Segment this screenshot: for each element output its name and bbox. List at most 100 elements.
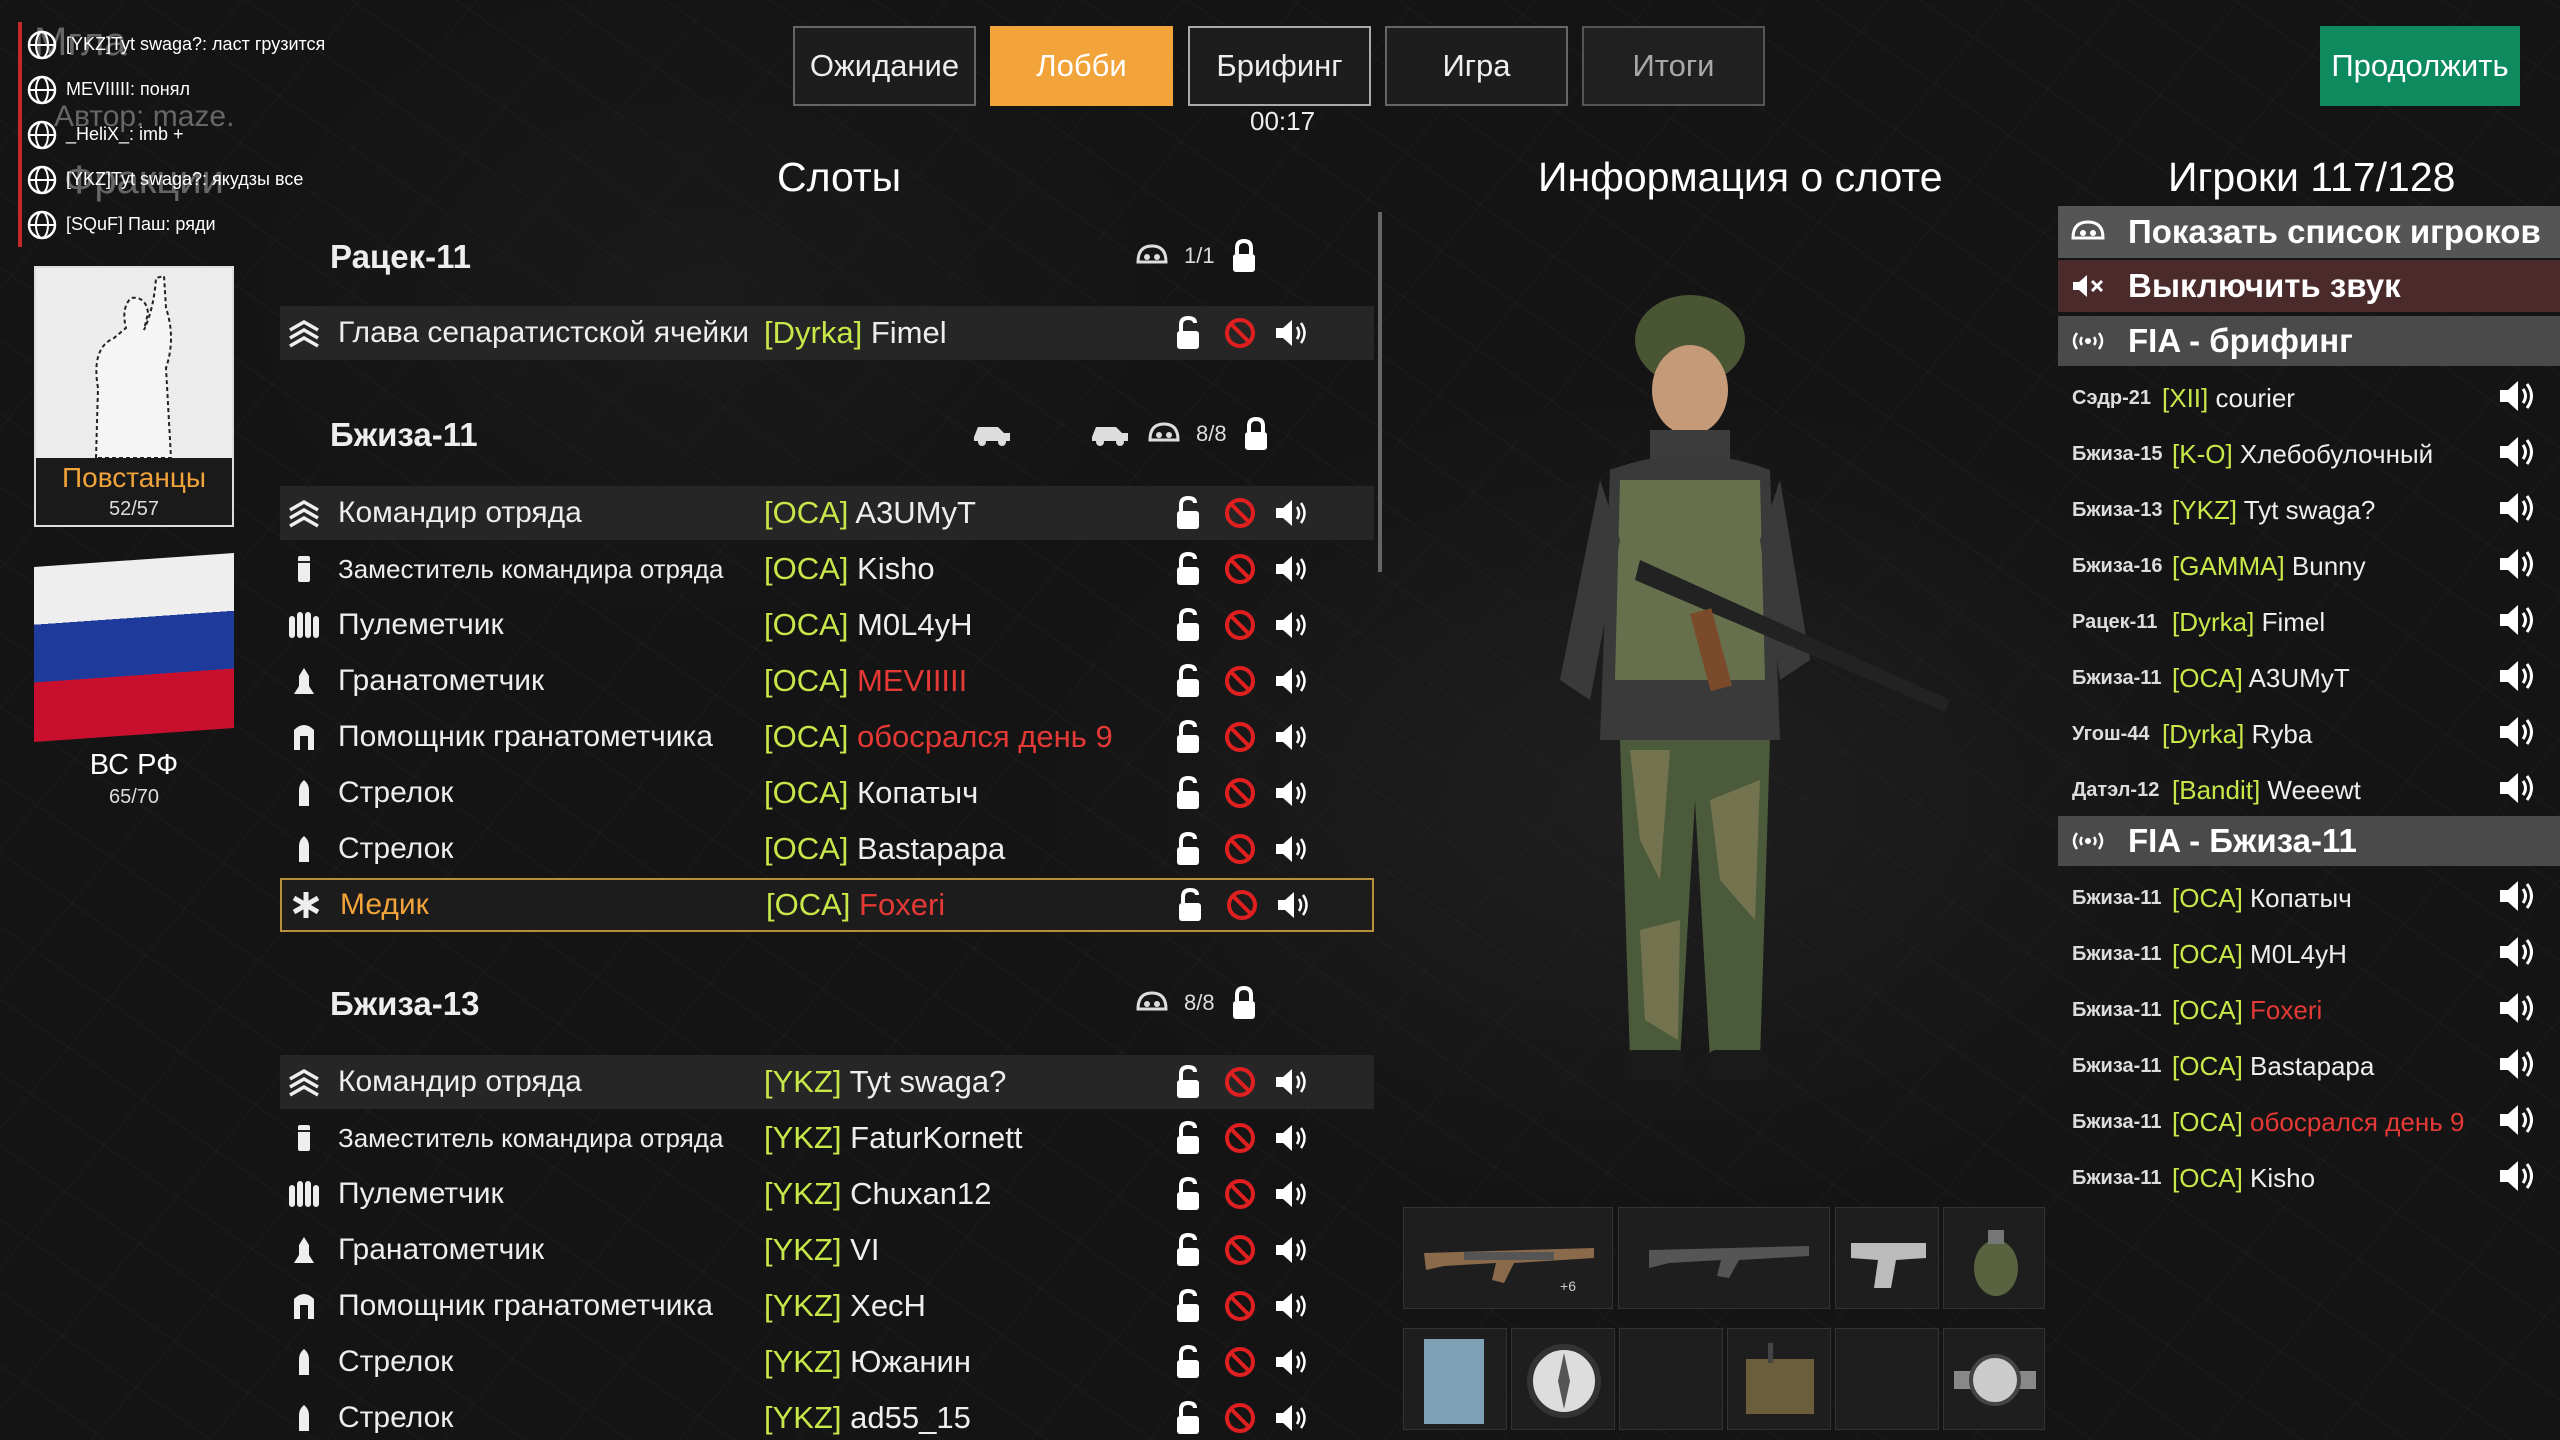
speaker-icon[interactable] [1274,551,1310,587]
empty-item-slot[interactable] [1619,1328,1723,1430]
speaker-icon[interactable] [1274,1400,1310,1436]
slot-row[interactable]: Медик [OCA] Foxeri [280,878,1374,932]
speaker-icon[interactable] [1274,663,1310,699]
slot-row[interactable]: Помощник гранатометчика [YKZ] XecH [280,1279,1374,1333]
faction-card-russia[interactable]: ВС РФ 65/70 [34,553,234,809]
kick-icon[interactable] [1222,775,1258,811]
tab-briefing[interactable]: Брифинг [1188,26,1371,106]
kick-icon[interactable] [1222,1120,1258,1156]
speaker-icon[interactable] [2498,490,2538,530]
speaker-icon[interactable] [2498,770,2538,810]
kick-icon[interactable] [1222,551,1258,587]
kick-icon[interactable] [1222,1232,1258,1268]
unlock-icon[interactable] [1170,1064,1206,1100]
pistol-slot[interactable] [1835,1207,1939,1309]
player-list-row[interactable]: Бжиза-11 [OCA] M0L4yH [2058,926,2560,982]
player-list-row[interactable]: Угош-44 [Dyrka] Ryba [2058,706,2560,762]
kick-icon[interactable] [1224,887,1260,923]
slot-player[interactable]: [OCA] Bastapapa [764,831,1005,867]
kick-icon[interactable] [1222,1288,1258,1324]
slot-row[interactable]: Стрелок [YKZ] Южанин [280,1335,1374,1389]
empty-item-slot[interactable] [1835,1328,1939,1430]
slot-row[interactable]: Стрелок [OCA] Копатыч [280,766,1374,820]
slot-row[interactable]: Заместитель командира отряда [YKZ] FaturK… [280,1111,1374,1165]
player-list-row[interactable]: Бжиза-11 [OCA] A3UMyT [2058,650,2560,706]
speaker-icon[interactable] [2498,1102,2538,1142]
unlock-icon[interactable] [1170,663,1206,699]
kick-icon[interactable] [1222,495,1258,531]
item-slot[interactable] [1727,1328,1831,1430]
kick-icon[interactable] [1222,607,1258,643]
player-list-row[interactable]: Сэдр-21 [XII] courier [2058,370,2560,426]
mute-all-button[interactable]: Выключить звук [2058,260,2560,312]
player-list-row[interactable]: Бжиза-11 [OCA] Bastapapa [2058,1038,2560,1094]
slots-scrollbar[interactable] [1378,212,1382,572]
kick-icon[interactable] [1222,1344,1258,1380]
speaker-icon[interactable] [2498,934,2538,974]
slot-row[interactable]: Пулеметчик [OCA] M0L4yH [280,598,1374,652]
slot-row[interactable]: Стрелок [YKZ] ad55_15 [280,1391,1374,1440]
slot-row[interactable]: Стрелок [OCA] Bastapapa [280,822,1374,876]
slot-row[interactable]: Пулеметчик [YKZ] Chuxan12 [280,1167,1374,1221]
slot-row[interactable]: Помощник гранатометчика [OCA] обосрался д… [280,710,1374,764]
kick-icon[interactable] [1222,315,1258,351]
tab-lobby[interactable]: Лобби [990,26,1173,106]
slot-player[interactable]: [OCA] M0L4yH [764,607,972,643]
speaker-icon[interactable] [1274,1288,1310,1324]
slot-player[interactable]: [YKZ] Chuxan12 [764,1176,991,1212]
unlock-icon[interactable] [1170,1232,1206,1268]
slot-player[interactable]: [YKZ] ad55_15 [764,1400,971,1436]
player-list-row[interactable]: Бжиза-15 [K-O] Хлебобулочный [2058,426,2560,482]
slot-row[interactable]: Гранатометчик [YKZ] VI [280,1223,1374,1277]
unlock-icon[interactable] [1172,887,1208,923]
unlock-icon[interactable] [1170,315,1206,351]
slot-player[interactable]: [OCA] Копатыч [764,775,978,811]
item-slot[interactable] [1403,1328,1507,1430]
speaker-icon[interactable] [2498,602,2538,642]
unlock-icon[interactable] [1170,1120,1206,1156]
slot-player[interactable]: [YKZ] FaturKornett [764,1120,1022,1156]
kick-icon[interactable] [1222,831,1258,867]
lock-icon[interactable] [1229,238,1259,274]
speaker-icon[interactable] [1274,1232,1310,1268]
player-group-header[interactable]: FIA - брифинг [2058,316,2560,366]
speaker-icon[interactable] [2498,714,2538,754]
kick-icon[interactable] [1222,1176,1258,1212]
player-list-row[interactable]: Рацек-11 [Dyrka] Fimel [2058,594,2560,650]
continue-button[interactable]: Продолжить [2320,26,2520,106]
unlock-icon[interactable] [1170,1176,1206,1212]
unlock-icon[interactable] [1170,495,1206,531]
unlock-icon[interactable] [1170,551,1206,587]
grenade-slot[interactable] [1943,1207,2045,1309]
unlock-icon[interactable] [1170,719,1206,755]
speaker-icon[interactable] [1274,719,1310,755]
player-list-row[interactable]: Датэл-12 [Bandit] Weeewt [2058,762,2560,818]
unlock-icon[interactable] [1170,1288,1206,1324]
slot-player[interactable]: [OCA] обосрался день 9 [764,719,1113,755]
speaker-icon[interactable] [2498,378,2538,418]
speaker-icon[interactable] [1274,607,1310,643]
slot-player[interactable]: [YKZ] XecH [764,1288,926,1324]
slot-player[interactable]: [YKZ] Южанин [764,1344,971,1380]
speaker-icon[interactable] [1274,315,1310,351]
slot-player[interactable]: [OCA] Foxeri [766,887,945,923]
slot-row[interactable]: Командир отряда [YKZ] Tyt swaga? [280,1055,1374,1109]
player-list-row[interactable]: Бжиза-11 [OCA] обосрался день 9 [2058,1094,2560,1150]
slot-player[interactable]: [OCA] A3UMyT [764,495,976,531]
unlock-icon[interactable] [1170,775,1206,811]
primary-weapon-slot[interactable]: +6 [1403,1207,1613,1309]
kick-icon[interactable] [1222,663,1258,699]
slot-player[interactable]: [OCA] MEVIIIII [764,663,967,699]
slot-player[interactable]: [YKZ] VI [764,1232,879,1268]
speaker-icon[interactable] [1274,1344,1310,1380]
speaker-icon[interactable] [2498,434,2538,474]
slot-row[interactable]: Гранатометчик [OCA] MEVIIIII [280,654,1374,708]
unlock-icon[interactable] [1170,1400,1206,1436]
speaker-icon[interactable] [2498,990,2538,1030]
item-slot[interactable] [1943,1328,2045,1430]
player-list-row[interactable]: Бжиза-11 [OCA] Foxeri [2058,982,2560,1038]
speaker-icon[interactable] [1274,775,1310,811]
secondary-weapon-slot[interactable] [1618,1207,1830,1309]
slot-player[interactable]: [YKZ] Tyt swaga? [764,1064,1006,1100]
player-group-header[interactable]: FIA - Бжиза-11 [2058,816,2560,866]
